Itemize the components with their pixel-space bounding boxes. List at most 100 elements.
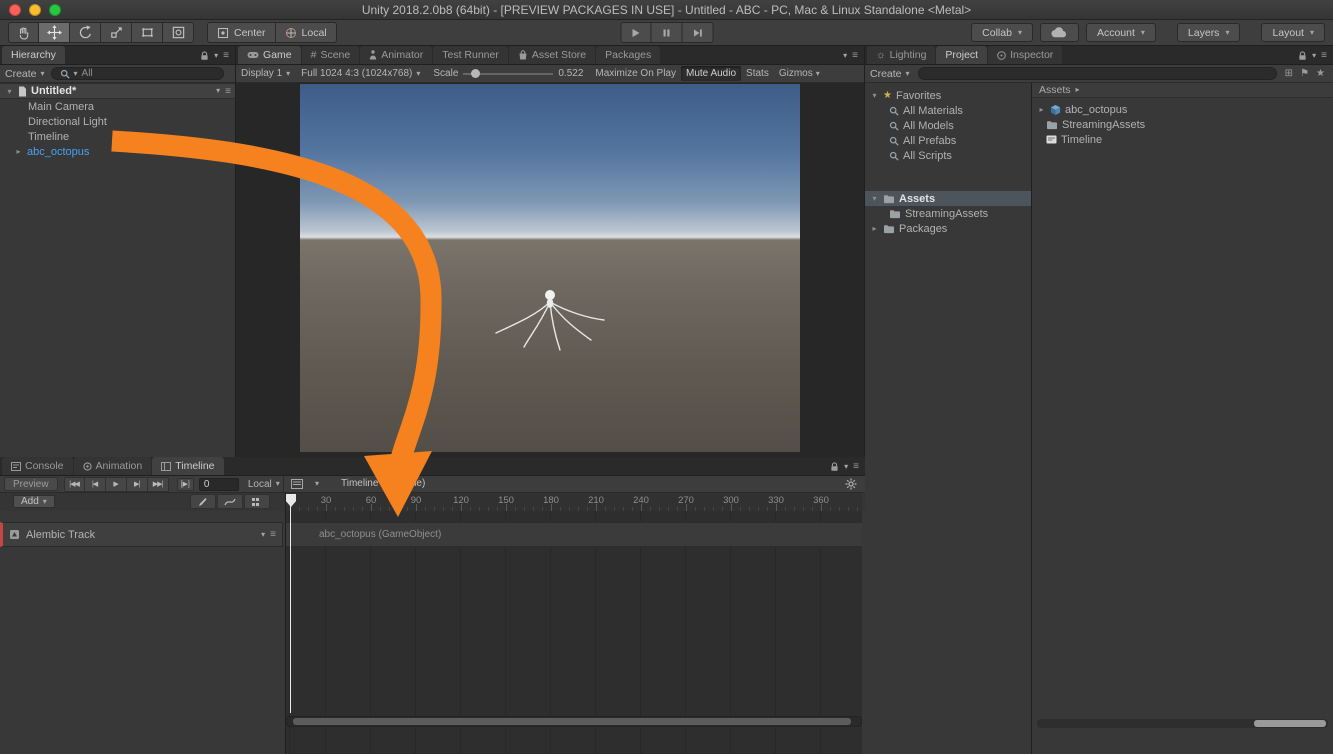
gizmos-dropdown[interactable]: Gizmos▾ (774, 66, 825, 81)
panel-menu-icon[interactable]: ≡ (852, 50, 858, 61)
favorite-icon[interactable]: ★ (1316, 68, 1325, 79)
file-timeline[interactable]: Timeline (1032, 132, 1333, 147)
chevron-down-icon[interactable]: ▾ (261, 531, 265, 539)
next-frame-button[interactable]: ▶| (127, 477, 148, 492)
foldout-closed-icon[interactable]: ▸ (1037, 105, 1046, 114)
hierarchy-item-main-camera[interactable]: Main Camera (0, 99, 235, 114)
foldout-closed-icon[interactable]: ▸ (14, 147, 23, 156)
rect-tool-button[interactable] (132, 22, 163, 43)
scrollbar-thumb[interactable] (293, 718, 851, 725)
aspect-ratio-dropdown[interactable]: Full 1024 4:3 (1024x768)▾ (301, 68, 420, 79)
stats-button[interactable]: Stats (741, 66, 774, 81)
scale-slider-knob[interactable] (471, 69, 480, 78)
chevron-down-icon[interactable]: ▾ (844, 463, 848, 471)
playhead-handle-icon[interactable] (286, 494, 296, 507)
tab-project[interactable]: Project (936, 46, 987, 64)
file-abc-octopus[interactable]: ▸ abc_octopus (1032, 102, 1333, 117)
file-streaming-assets[interactable]: StreamingAssets (1032, 117, 1333, 132)
tab-game[interactable]: Game (238, 46, 301, 64)
chevron-down-icon[interactable]: ▾ (843, 52, 847, 60)
timeline-ruler[interactable]: 30 60 90 120 150 180 210 240 270 300 330… (285, 493, 862, 511)
favorite-all-scripts[interactable]: All Scripts (865, 148, 1031, 163)
tab-test-runner[interactable]: Test Runner (433, 46, 508, 64)
goto-start-button[interactable]: |◀◀ (64, 477, 85, 492)
tab-hierarchy[interactable]: Hierarchy (2, 46, 65, 64)
create-dropdown[interactable]: Create▾ (5, 68, 45, 80)
play-range-toggle[interactable]: [▶] (177, 478, 194, 491)
column-view-icon[interactable]: ⊞ (1285, 68, 1293, 79)
track-menu-icon[interactable]: ≡ (270, 529, 276, 540)
minimize-button[interactable] (29, 4, 41, 16)
lock-icon[interactable] (200, 51, 209, 61)
account-dropdown[interactable]: Account▾ (1086, 23, 1156, 42)
timeline-settings-button[interactable] (845, 478, 857, 490)
ripple-mode-button[interactable] (217, 494, 243, 509)
project-search-input[interactable] (918, 67, 1277, 80)
tab-console[interactable]: Console (2, 457, 73, 475)
display-dropdown[interactable]: Display 1▾ (241, 68, 290, 79)
scale-slider[interactable] (463, 73, 553, 75)
tab-packages[interactable]: Packages (596, 46, 660, 64)
lock-icon[interactable] (1298, 51, 1307, 61)
previous-frame-button[interactable]: |◀ (85, 477, 106, 492)
rotate-tool-button[interactable] (70, 22, 101, 43)
chevron-down-icon[interactable]: ▾ (1312, 52, 1316, 60)
preview-toggle-button[interactable]: Preview (4, 477, 58, 491)
maximize-on-play-button[interactable]: Maximize On Play (590, 66, 681, 81)
scene-header-row[interactable]: ▾ Untitled* ▾≡ (0, 83, 235, 99)
label-icon[interactable]: ⚑ (1300, 68, 1309, 79)
mute-audio-button[interactable]: Mute Audio (681, 66, 741, 81)
panel-menu-icon[interactable]: ≡ (853, 461, 859, 472)
favorite-all-models[interactable]: All Models (865, 118, 1031, 133)
move-tool-button[interactable] (39, 22, 70, 43)
folder-packages[interactable]: ▸ Packages (865, 221, 1031, 236)
hierarchy-item-directional-light[interactable]: Directional Light (0, 114, 235, 129)
playhead[interactable] (286, 494, 296, 507)
play-button[interactable] (620, 22, 651, 43)
frame-field[interactable]: 0 (199, 478, 239, 491)
folder-streaming-assets[interactable]: StreamingAssets (865, 206, 1031, 221)
timeline-horizontal-scrollbar[interactable] (286, 716, 862, 727)
step-button[interactable] (682, 22, 713, 43)
scrollbar-thumb[interactable] (1254, 720, 1326, 727)
track-binding-row[interactable]: abc_octopus (GameObject) (286, 522, 862, 547)
director-list-button[interactable] (288, 477, 306, 491)
tab-asset-store[interactable]: Asset Store (509, 46, 595, 64)
layers-dropdown[interactable]: Layers▾ (1177, 23, 1241, 42)
tab-scene[interactable]: #Scene (302, 46, 360, 64)
collab-dropdown[interactable]: Collab▾ (971, 23, 1033, 42)
foldout-closed-icon[interactable]: ▸ (870, 224, 879, 233)
panel-menu-icon[interactable]: ≡ (223, 50, 229, 61)
alembic-track-header[interactable]: Alembic Track ▾≡ (0, 522, 283, 547)
tab-animator[interactable]: Animator (360, 46, 432, 64)
local-dropdown[interactable]: Local▾ (248, 479, 280, 490)
close-button[interactable] (9, 4, 21, 16)
hierarchy-item-timeline[interactable]: Timeline (0, 129, 235, 144)
pivot-center-button[interactable]: Center (207, 22, 276, 43)
game-viewport[interactable] (300, 84, 800, 452)
foldout-open-icon[interactable]: ▾ (5, 87, 14, 96)
favorite-all-materials[interactable]: All Materials (865, 103, 1031, 118)
chevron-down-icon[interactable]: ▾ (214, 52, 218, 60)
transform-tool-button[interactable] (163, 22, 194, 43)
director-dropdown[interactable]: ▾ (312, 477, 322, 491)
layout-dropdown[interactable]: Layout▾ (1261, 23, 1325, 42)
timeline-breadcrumb[interactable]: Timeline (Timeline) (341, 478, 425, 489)
favorite-all-prefabs[interactable]: All Prefabs (865, 133, 1031, 148)
context-menu-icon[interactable]: ≡ (225, 86, 231, 97)
folder-assets[interactable]: ▾ Assets (865, 191, 1031, 206)
tab-animation[interactable]: Animation (74, 457, 152, 475)
create-dropdown[interactable]: Create▾ (870, 68, 910, 80)
space-local-button[interactable]: Local (276, 22, 337, 43)
hierarchy-item-abc-octopus[interactable]: ▸abc_octopus (0, 144, 235, 159)
cloud-button[interactable] (1040, 23, 1079, 42)
tab-inspector[interactable]: Inspector (988, 46, 1062, 64)
timeline-play-button[interactable]: ▶ (106, 477, 127, 492)
foldout-open-icon[interactable]: ▾ (870, 91, 879, 100)
goto-end-button[interactable]: ▶▶| (148, 477, 169, 492)
lock-icon[interactable] (830, 462, 839, 472)
favorites-row[interactable]: ▾ ★ Favorites (865, 88, 1031, 103)
replace-mode-button[interactable] (244, 494, 270, 509)
mix-mode-button[interactable] (190, 494, 216, 509)
tab-timeline[interactable]: Timeline (152, 457, 223, 475)
